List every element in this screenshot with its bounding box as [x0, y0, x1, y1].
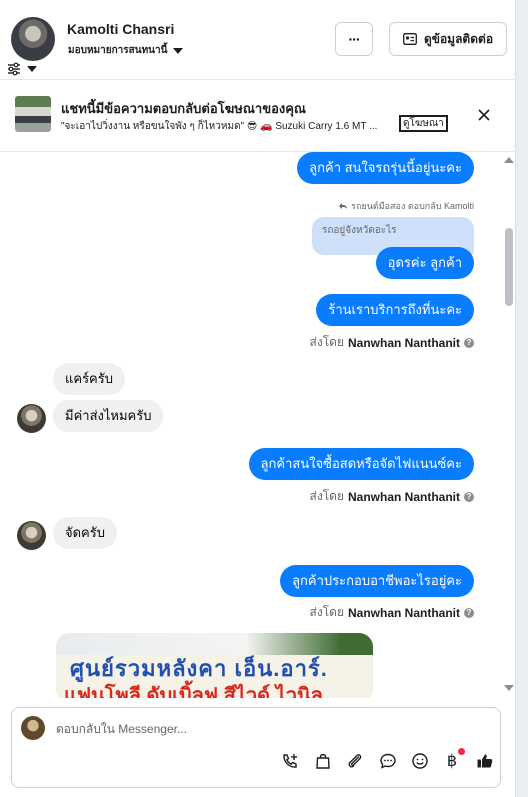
more-options-button[interactable]: ··· — [335, 22, 373, 56]
sent-by-prefix: ส่งโดย — [309, 605, 344, 619]
conversation-panel: Kamolti Chansri มอบหมายการสนทนานี้ ··· ด… — [0, 0, 516, 797]
sent-by-name: Nanwhan Nanthanit — [347, 605, 460, 620]
filter-icon — [8, 62, 20, 76]
call-add-button[interactable] — [280, 751, 300, 771]
chevron-down-icon — [173, 47, 184, 54]
sent-by-name: Nanwhan Nanthanit — [347, 335, 460, 350]
ad-reply-banner: แชทนี้มีข้อความตอบกลับต่อโฆษณาของคุณ "จะ… — [0, 81, 516, 152]
saved-replies-button[interactable] — [378, 751, 398, 771]
contact-card-icon — [403, 33, 417, 45]
view-ad-link[interactable]: ดูโฆษณา — [399, 115, 448, 132]
thumbs-up-icon — [477, 754, 493, 768]
info-icon[interactable]: ? — [464, 491, 474, 502]
notification-dot — [458, 748, 465, 755]
message-list: ลูกค้า สนใจรถรุ่นนี้อยู่นะคะ รถยนต์มือสอ… — [0, 152, 504, 698]
incoming-message[interactable]: แคร์ครับ — [53, 363, 125, 395]
emoji-icon — [412, 753, 428, 769]
scroll-up-arrow[interactable] — [504, 157, 514, 163]
chevron-down-icon — [27, 66, 37, 72]
like-button[interactable] — [475, 751, 495, 771]
reply-input[interactable] — [56, 722, 476, 736]
sent-by-prefix: ส่งโดย — [309, 489, 344, 503]
outgoing-message[interactable]: ลูกค้า สนใจรถรุ่นนี้อยู่นะคะ — [297, 152, 474, 184]
contact-name[interactable]: Kamolti Chansri — [67, 21, 174, 37]
sent-by-label: ส่งโดย Nanwhan Nanthanit ? — [310, 603, 474, 622]
emoji-button[interactable] — [410, 751, 430, 771]
avatar — [21, 716, 45, 740]
sent-by-label: ส่งโดย Nanwhan Nanthanit ? — [310, 333, 474, 352]
filter-menu[interactable] — [7, 61, 43, 77]
photo-sign-line: แฟนโพลี ดับเบิ้ลฟ สีไวด์ ไวนิล — [64, 685, 323, 698]
attach-button[interactable] — [345, 751, 365, 771]
attach-icon — [348, 754, 362, 768]
info-icon[interactable]: ? — [464, 337, 474, 348]
message-composer: ฿ — [11, 707, 501, 788]
outgoing-message[interactable]: ลูกค้าสนใจซื้อสดหรือจัดไฟแนนซ์คะ — [248, 448, 474, 480]
view-contact-button[interactable]: ดูข้อมูลติดต่อ — [389, 22, 507, 56]
reply-note: รถยนต์มือสอง ตอบกลับ Kamolti — [339, 199, 474, 213]
outgoing-message[interactable]: ร้านเราบริการถึงที่นะคะ — [316, 294, 474, 326]
conversation-header: Kamolti Chansri มอบหมายการสนทนานี้ ··· ด… — [0, 0, 516, 80]
avatar[interactable] — [11, 17, 55, 61]
shop-button[interactable] — [313, 751, 333, 771]
sent-by-prefix: ส่งโดย — [309, 335, 344, 349]
avatar[interactable] — [17, 404, 46, 433]
ad-banner-title: แชทนี้มีข้อความตอบกลับต่อโฆษณาของคุณ — [61, 101, 306, 116]
image-attachment[interactable]: ศูนย์รวมหลังคา เอ็น.อาร์. แฟนโพลี ดับเบิ… — [56, 633, 373, 698]
view-contact-label: ดูข้อมูลติดต่อ — [423, 31, 494, 46]
info-icon[interactable]: ? — [464, 607, 474, 618]
baht-icon: ฿ — [446, 753, 458, 770]
chat-bubble-icon — [380, 753, 396, 769]
reply-note-text: รถยนต์มือสอง ตอบกลับ Kamolti — [351, 201, 474, 211]
scroll-down-arrow[interactable] — [504, 685, 514, 691]
incoming-message[interactable]: จัดครับ — [53, 517, 117, 549]
more-icon: ··· — [348, 31, 361, 47]
sent-by-label: ส่งโดย Nanwhan Nanthanit ? — [310, 487, 474, 506]
sent-by-name: Nanwhan Nanthanit — [347, 489, 460, 504]
reply-arrow-icon — [339, 203, 348, 209]
call-add-icon — [283, 754, 297, 768]
ad-banner-subtitle: "จะเอาไปวิ่งงาน หรือขนใจพัง ๆ ก็ไหวหมด" … — [61, 121, 378, 132]
shopping-bag-icon — [316, 753, 330, 769]
incoming-message[interactable]: มีค่าส่งไหมครับ — [53, 400, 164, 432]
assign-dropdown[interactable]: มอบหมายการสนทนานี้ — [68, 43, 184, 58]
scroll-thumb[interactable] — [505, 228, 513, 306]
close-icon[interactable] — [476, 107, 492, 123]
avatar[interactable] — [17, 521, 46, 550]
ad-thumbnail[interactable] — [15, 96, 51, 132]
outgoing-message[interactable]: ลูกค้าประกอบอาชีพอะไรอยู่คะ — [280, 565, 474, 597]
assign-label: มอบหมายการสนทนานี้ — [68, 45, 168, 56]
outgoing-message[interactable]: อุดรค่ะ ลูกค้า — [375, 247, 474, 279]
